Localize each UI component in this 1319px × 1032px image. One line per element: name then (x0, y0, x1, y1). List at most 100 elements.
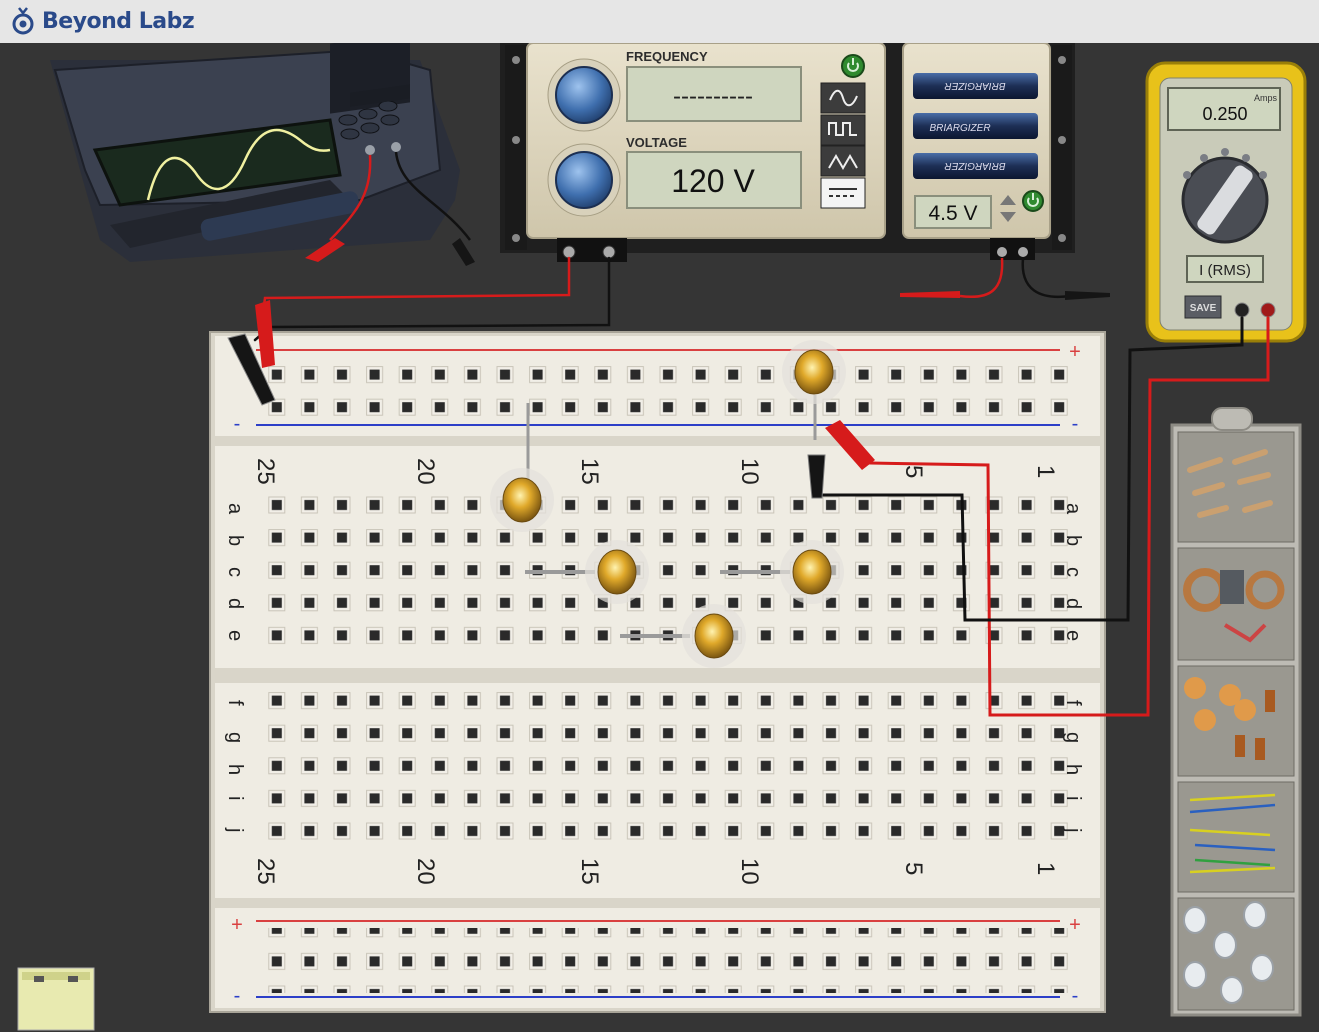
top-bar: Beyond Labz (0, 0, 1319, 44)
svg-text:a: a (1062, 503, 1084, 515)
meter-dial[interactable] (1181, 156, 1269, 244)
svg-text:f: f (1062, 700, 1084, 706)
meter-reading: 0.250 (1202, 104, 1247, 124)
battery-positive-jack[interactable] (997, 247, 1007, 257)
fg-output-positive-jack[interactable] (562, 245, 576, 259)
svg-text:d: d (1062, 598, 1084, 609)
svg-text:g: g (1062, 732, 1084, 743)
svg-text:i: i (224, 796, 246, 800)
meter-mode: I (RMS) (1199, 262, 1251, 279)
upper-terminal-holes[interactable] (256, 492, 1071, 655)
capacitors-bin[interactable] (1177, 665, 1295, 777)
bulb-3[interactable] (585, 540, 649, 604)
scope-ground-jack[interactable] (391, 142, 401, 152)
battery-voltage-value: 4.5 V (928, 202, 977, 225)
svg-text:1: 1 (1032, 465, 1059, 478)
triangle-wave-button[interactable] (820, 145, 866, 177)
svg-text:e: e (1062, 630, 1084, 641)
breadboard-thumbnail[interactable] (17, 967, 95, 1031)
scope-black-clip[interactable] (452, 238, 475, 266)
bulbs-bin[interactable] (1177, 897, 1295, 1011)
svg-text:10: 10 (736, 858, 763, 885)
scope-input-jack[interactable] (365, 145, 375, 155)
wires-bin[interactable] (1177, 781, 1295, 893)
bulb-2[interactable] (490, 468, 554, 532)
bulb-5[interactable] (682, 604, 746, 668)
svg-text:5: 5 (900, 465, 927, 478)
sine-wave-button[interactable] (820, 82, 866, 114)
fg-output-negative-jack[interactable] (602, 245, 616, 259)
svg-text:h: h (1062, 764, 1084, 775)
svg-text:BRIARGIZER: BRIARGIZER (944, 80, 1005, 91)
meter-com-jack[interactable] (1234, 302, 1250, 318)
svg-text:-: - (234, 985, 241, 1007)
parts-tray (1170, 407, 1302, 1017)
svg-text:-: - (234, 413, 241, 435)
svg-text:10: 10 (736, 458, 763, 485)
svg-text:15: 15 (576, 858, 603, 885)
svg-text:b: b (224, 535, 246, 546)
svg-text:25: 25 (252, 458, 279, 485)
function-generator: FREQUENCY ---------- VOLTAGE 120 V (500, 43, 895, 262)
bulb-1[interactable] (782, 340, 846, 404)
oscilloscope[interactable] (50, 43, 475, 266)
battery-1: BRIARGIZER (913, 73, 1038, 99)
svg-text:c: c (1062, 567, 1084, 577)
svg-text:BRIARGIZER: BRIARGIZER (929, 123, 990, 134)
svg-text:h: h (224, 764, 246, 775)
fg-power-button[interactable] (841, 54, 865, 78)
battery-red-clip[interactable] (900, 291, 960, 298)
brand-logo[interactable]: Beyond Labz (10, 6, 195, 36)
bench-canvas: FREQUENCY ---------- VOLTAGE 120 V BRIAR… (17, 43, 1307, 1031)
workbench: FREQUENCY ---------- VOLTAGE 120 V BRIAR… (0, 43, 1319, 1032)
bulb-4[interactable] (780, 540, 844, 604)
svg-text:e: e (224, 630, 246, 641)
svg-text:15: 15 (576, 458, 603, 485)
svg-text:g: g (224, 732, 246, 743)
top-power-rail-holes[interactable] (256, 356, 1071, 421)
svg-text:j: j (1062, 827, 1084, 832)
svg-text:5: 5 (900, 862, 927, 875)
lower-terminal-holes[interactable] (256, 690, 1071, 853)
bottom-power-rail-holes[interactable] (256, 928, 1071, 993)
frequency-knob[interactable] (547, 58, 621, 132)
battery-2: BRIARGIZER (913, 113, 1038, 139)
svg-text:20: 20 (412, 458, 439, 485)
svg-text:f: f (224, 700, 246, 706)
svg-text:d: d (224, 598, 246, 609)
battery-power-button[interactable] (1022, 190, 1044, 212)
svg-text:-: - (1072, 413, 1079, 435)
dc-button[interactable] (820, 177, 866, 209)
voltage-knob[interactable] (547, 143, 621, 217)
svg-text:25: 25 (252, 858, 279, 885)
svg-text:1: 1 (1032, 862, 1059, 875)
svg-text:a: a (224, 503, 246, 515)
battery-black-clip[interactable] (1065, 291, 1110, 300)
svg-text:i: i (1062, 796, 1084, 800)
battery-negative-jack[interactable] (1018, 247, 1028, 257)
frequency-label: FREQUENCY (626, 49, 708, 64)
breadboard: + - - + + - - 25 20 15 10 5 1 25 20 15 1… (209, 331, 1106, 1013)
svg-text:c: c (224, 567, 246, 577)
multimeter: Amps 0.250 I (RMS) SAVE (1145, 61, 1307, 343)
fg-black-wire (253, 256, 611, 342)
meter-unit: Amps (1254, 93, 1278, 103)
meter-input-jack[interactable] (1260, 302, 1276, 318)
beyond-labz-logo-icon (12, 7, 34, 35)
svg-text:j: j (224, 827, 246, 832)
fg-red-wire (260, 256, 571, 322)
square-wave-button[interactable] (820, 114, 866, 146)
svg-text:SAVE: SAVE (1190, 303, 1217, 314)
voltage-value: 120 V (671, 163, 755, 199)
svg-text:+: + (231, 914, 243, 936)
battery-pack: BRIARGIZER BRIARGIZER BRIARGIZER 4.5 V (895, 43, 1110, 300)
frequency-value: ---------- (673, 83, 753, 110)
svg-text:20: 20 (412, 858, 439, 885)
voltage-label: VOLTAGE (626, 135, 687, 150)
svg-text:b: b (1062, 535, 1084, 546)
battery-3: BRIARGIZER (913, 153, 1038, 179)
svg-text:BRIARGIZER: BRIARGIZER (944, 160, 1005, 171)
svg-text:-: - (1072, 985, 1079, 1007)
inductors-bin[interactable] (1177, 547, 1295, 661)
resistors-bin[interactable] (1177, 431, 1295, 543)
